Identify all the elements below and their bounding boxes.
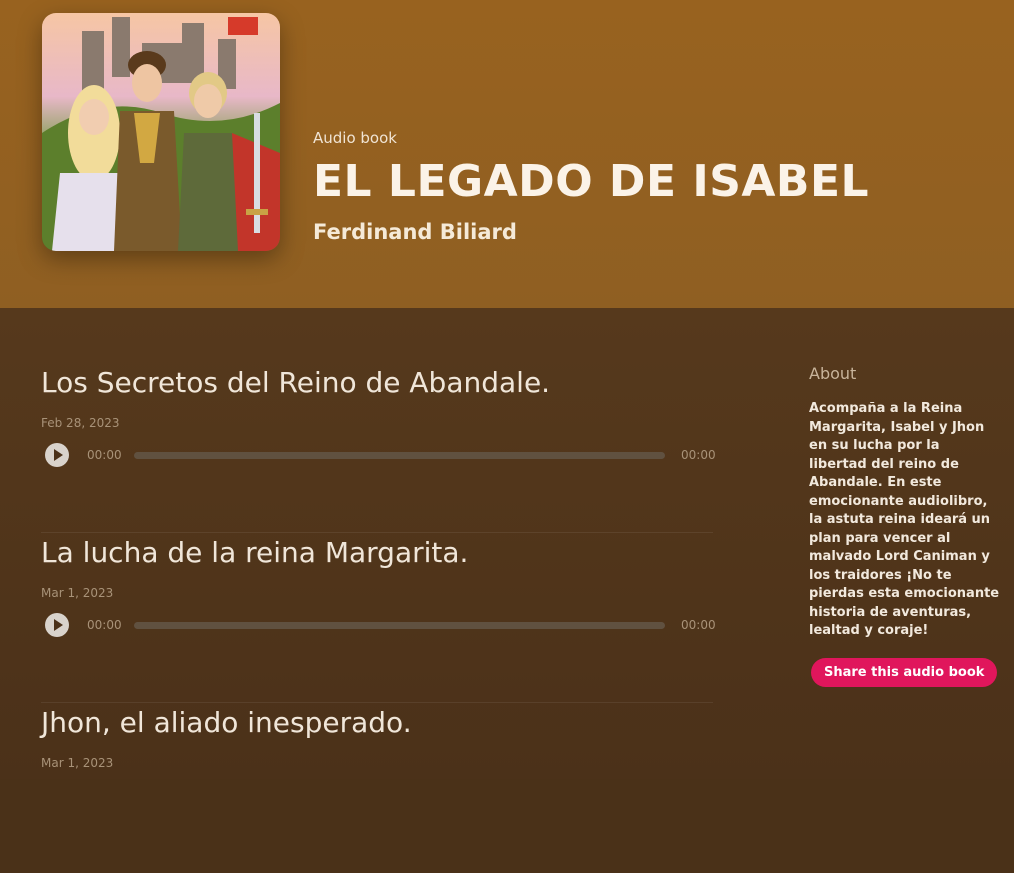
progress-track[interactable] <box>134 622 665 629</box>
episode-item: Jhon, el aliado inesperado. Mar 1, 2023 <box>41 703 713 873</box>
episode-list: Los Secretos del Reino de Abandale. Feb … <box>41 363 716 873</box>
duration: 00:00 <box>681 618 716 632</box>
about-heading: About <box>809 364 857 383</box>
author-name: Ferdinand Biliard <box>313 220 517 244</box>
duration: 00:00 <box>681 448 716 462</box>
episode-date: Mar 1, 2023 <box>41 586 114 600</box>
play-icon[interactable] <box>45 443 69 467</box>
media-type-label: Audio book <box>313 129 397 147</box>
audio-player: 00:00 00:00 <box>41 613 716 641</box>
header-text: Audio book EL LEGADO DE ISABEL Ferdinand… <box>313 128 869 246</box>
episode-title[interactable]: Los Secretos del Reino de Abandale. <box>41 363 713 403</box>
episode-date: Mar 1, 2023 <box>41 756 114 770</box>
audio-player: 00:00 00:00 <box>41 443 716 471</box>
share-button[interactable]: Share this audio book <box>811 657 998 687</box>
play-icon[interactable] <box>45 613 69 637</box>
episode-item: La lucha de la reina Margarita. Mar 1, 2… <box>41 533 716 703</box>
progress-track[interactable] <box>134 452 665 459</box>
about-panel: About Acompaña a la Reina Margarita, Isa… <box>809 364 1001 687</box>
main-content: Los Secretos del Reino de Abandale. Feb … <box>0 308 1014 779</box>
current-time: 00:00 <box>87 618 122 632</box>
episode-date: Feb 28, 2023 <box>41 416 120 430</box>
episode-title[interactable]: Jhon, el aliado inesperado. <box>41 703 713 743</box>
podcast-header: Audio book EL LEGADO DE ISABEL Ferdinand… <box>0 0 1014 308</box>
book-title: EL LEGADO DE ISABEL <box>313 156 870 207</box>
current-time: 00:00 <box>87 448 122 462</box>
about-description: Acompaña a la Reina Margarita, Isabel y … <box>809 401 1000 638</box>
cover-art <box>42 13 280 251</box>
episode-title[interactable]: La lucha de la reina Margarita. <box>41 533 713 573</box>
episode-item: Los Secretos del Reino de Abandale. Feb … <box>41 363 716 533</box>
